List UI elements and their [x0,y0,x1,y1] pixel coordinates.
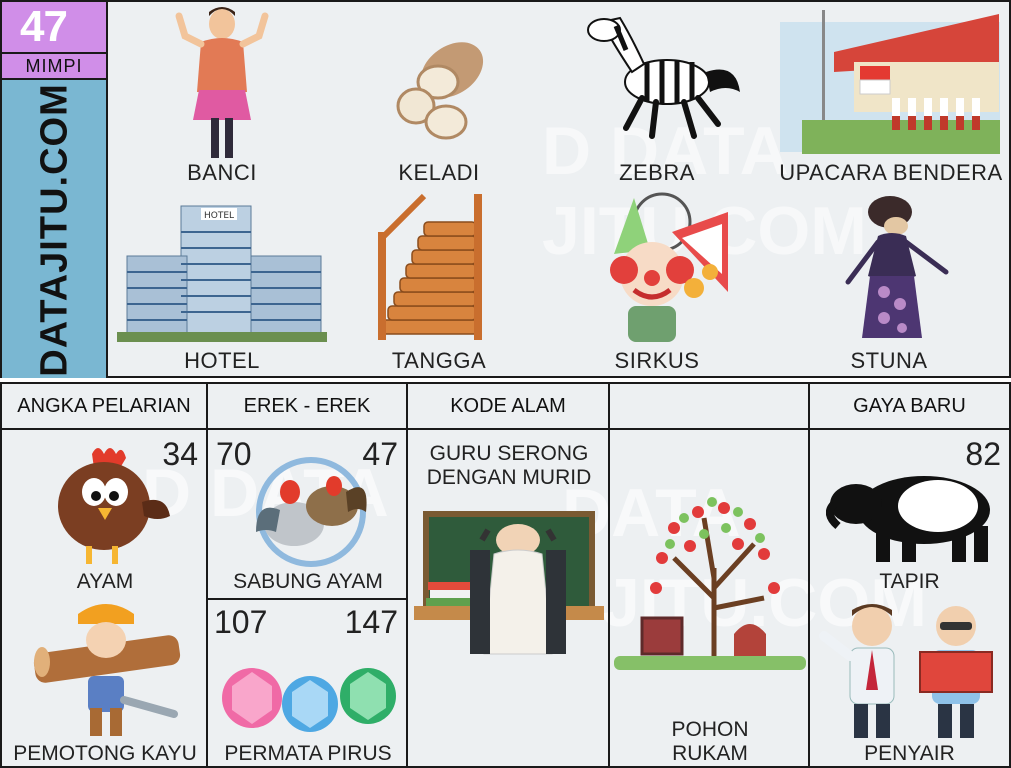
item-caption: TAPIR [879,570,940,593]
bottom-panel: D DATA DATA JITU.COM ANGKA PELARIAN 34 A… [0,382,1011,768]
item-label: STUNA [850,348,928,373]
item-label: HOTEL [184,348,260,373]
badge-number: 47 [20,2,68,51]
flag-ceremony-icon [780,10,1000,154]
zebra-icon [587,16,740,139]
item-label: ZEBRA [619,160,695,185]
tapir-icon [826,476,990,562]
lumberjack-icon [33,604,181,736]
site-band: DATAJITU.COM [2,80,108,378]
item-label: BANCI [187,160,257,185]
item-label: KELADI [398,160,480,185]
item-caption-line2: RUKAM [672,742,748,765]
item-caption-line1: GURU SERONG [429,442,589,465]
item-caption: SABUNG AYAM [233,570,383,593]
dream-item-banci: BANCI [117,2,327,190]
item-caption: PENYAIR [864,742,955,765]
item-caption-line1: POHON [671,718,749,741]
chicken-icon [58,448,170,564]
top-panel: D DATA JITU.COM 47 MIMPI DATAJITU.COM BA… [0,0,1011,378]
column-gaya-baru: GAYA BARU 82 TAPIR PENYAIR [810,384,1009,768]
divider [208,598,408,600]
column-header: ANGKA PELARIAN [2,384,206,430]
item-caption: AYAM [76,570,134,593]
dream-item-upacara-bendera: UPACARA BENDERA [774,2,1008,190]
fruit-tree-icon [614,497,806,670]
dream-item-keladi: KELADI [334,2,544,190]
staircase-icon [378,193,482,340]
item-label: UPACARA BENDERA [779,160,1003,185]
badge-label: MIMPI [2,54,108,80]
hotel-building-icon: HOTEL [117,205,327,342]
item-label: TANGGA [391,348,487,373]
gemstones-icon [222,668,396,732]
dream-item-tangga: TANGGA [334,192,544,378]
site-name: DATAJITU.COM [33,83,76,377]
clown-icon [610,192,728,342]
number-left: 107 [214,604,268,640]
banci-figure-icon [175,7,269,158]
item-caption: PERMATA PIRUS [224,742,392,765]
item-caption-line2: DENGAN MURID [426,466,592,489]
column-header: EREK - EREK [208,384,406,430]
item-caption: PEMOTONG KAYU [13,742,197,765]
poet-icon [819,604,993,738]
column-header: KODE ALAM [408,384,608,430]
cockfight-icon [256,457,367,567]
column-header [610,384,808,430]
svg-text:HOTEL: HOTEL [204,211,234,221]
column-pohon-rukam: POHON RUKAM [610,384,810,768]
teacher-student-icon [414,511,604,655]
wayang-puppet-icon [845,196,949,338]
dream-item-zebra: ZEBRA [552,2,762,190]
number-right: 147 [344,604,398,640]
number-value: 82 [965,436,1001,472]
column-erek-erek: EREK - EREK 70 47 SABUNG AYAM 107 147 PE… [208,384,408,768]
column-kode-alam: KODE ALAM GURU SERONG DENGAN MURID [408,384,610,768]
number-badge: 47 [2,2,108,54]
column-angka-pelarian: ANGKA PELARIAN 34 AYAM PEMOTONG KAYU [2,384,208,768]
dream-item-sirkus: SIRKUS [552,192,762,378]
dream-item-hotel: HOTEL HOTEL [117,192,327,378]
keladi-icon [396,42,484,140]
dream-item-stuna: STUNA [784,192,994,378]
item-label: SIRKUS [614,348,700,373]
column-header: GAYA BARU [810,384,1009,430]
